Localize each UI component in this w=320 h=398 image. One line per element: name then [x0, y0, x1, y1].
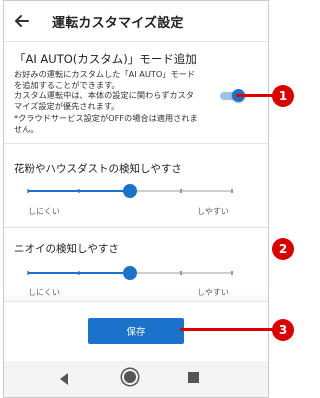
desc-line: カスタム運転中は、本体の設定に関わらずカスタ: [14, 90, 194, 100]
header-divider: [4, 41, 268, 42]
ai-auto-title: 「AI AUTO(カスタム)」モード追加: [14, 52, 197, 66]
callout-badge-2: 2: [272, 238, 294, 260]
pollen-high-label: しやすい: [197, 207, 229, 216]
section-divider: [4, 227, 268, 228]
slider-tick: [231, 189, 233, 193]
slider-tick: [231, 271, 233, 275]
callout-line-1: [236, 94, 272, 97]
callout-badge-1: 1: [272, 85, 294, 107]
callout-line-3: [180, 328, 274, 331]
callout-badge-3: 3: [272, 319, 294, 341]
nav-back-icon[interactable]: [60, 373, 68, 385]
system-nav-bar: [4, 361, 268, 397]
nav-recents-icon[interactable]: [188, 372, 199, 383]
slider-tick: [180, 189, 182, 193]
slider-fill: [28, 190, 130, 192]
page-title: 運転カスタマイズ設定: [52, 16, 184, 31]
ai-auto-description: お好みの運転にカスタムした「AI AUTO」モード を追加することができます。 …: [14, 69, 219, 111]
desc-line: お好みの運転にカスタムした「AI AUTO」モード: [14, 69, 196, 79]
pollen-low-label: しにくい: [28, 207, 60, 216]
phone-screen: 運転カスタマイズ設定 「AI AUTO(カスタム)」モード追加 お好みの運転にカ…: [3, 0, 269, 398]
desc-line: マイズ設定が優先されます。: [14, 100, 120, 111]
slider-knob[interactable]: [123, 184, 137, 198]
pollen-sensitivity-slider[interactable]: [27, 184, 233, 198]
pollen-slider-label: 花粉やハウスダストの検知しやすさ: [14, 163, 182, 175]
section-divider: [4, 143, 268, 144]
save-bar: 保存: [4, 301, 268, 362]
odor-slider-label: ニオイの検知しやすさ: [14, 243, 119, 255]
slider-tick: [180, 271, 182, 275]
note-line: *クラウドサービス設定がOFFの場合は適用されま: [14, 113, 198, 123]
save-button[interactable]: 保存: [88, 318, 184, 344]
slider-fill: [28, 272, 130, 274]
odor-sensitivity-slider[interactable]: [27, 266, 233, 280]
arrow-left-icon[interactable]: [12, 11, 32, 31]
cloud-note: *クラウドサービス設定がOFFの場合は適用されま せん。: [14, 113, 219, 134]
slider-knob[interactable]: [123, 266, 137, 280]
nav-home-icon[interactable]: [124, 371, 136, 383]
app-bar: 運転カスタマイズ設定: [4, 1, 268, 41]
note-line: せん。: [14, 123, 39, 134]
desc-line: を追加することができます。: [14, 79, 120, 90]
